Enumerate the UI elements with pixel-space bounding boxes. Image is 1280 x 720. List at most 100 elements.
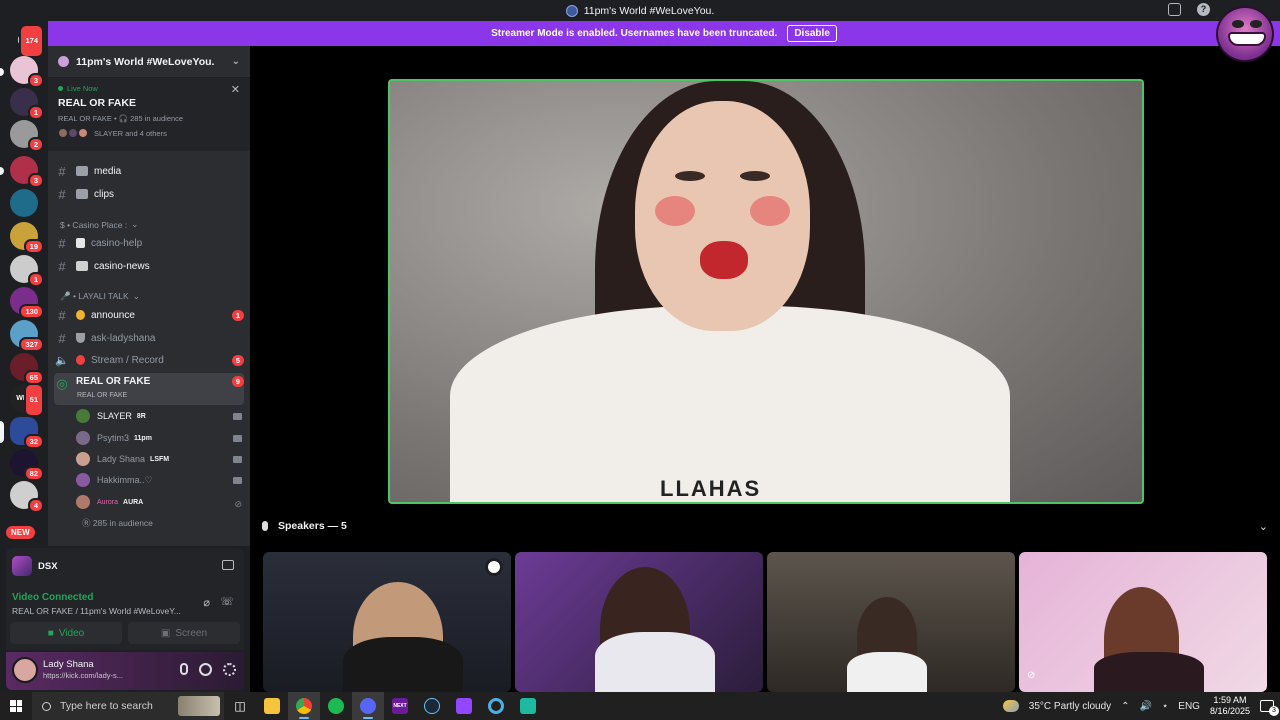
server-icon-14[interactable]: 4	[10, 481, 44, 513]
help-icon[interactable]: ?	[1197, 3, 1210, 16]
system-tray: 35°C Partly cloudy ⌃ 🔊 ⋆ ENG 1:59 AM 8/1…	[1002, 692, 1280, 720]
gear-icon[interactable]	[223, 663, 236, 676]
channel-media[interactable]: # media	[54, 161, 244, 181]
live-subtitle: REAL OR FAKE • 🎧 285 in audience	[58, 114, 184, 123]
capcut-button[interactable]	[480, 692, 512, 720]
server-icon-3[interactable]: 2	[10, 120, 44, 152]
channel-label: clips	[94, 188, 115, 200]
connection-status[interactable]: Video Connected	[12, 592, 94, 603]
server-icon-5[interactable]	[10, 189, 38, 217]
server-icon-8[interactable]: 130	[10, 287, 44, 319]
voice-user[interactable]: Aurora AURA ⊘	[76, 493, 242, 511]
noise-suppression-icon[interactable]: ⌀	[203, 596, 210, 609]
avatar[interactable]	[12, 657, 38, 683]
weather-text[interactable]: 35°C Partly cloudy	[1029, 701, 1111, 712]
server-icon-11[interactable]: WFA51	[10, 383, 44, 417]
task-view-button[interactable]: ◫	[224, 692, 256, 720]
connected-server[interactable]: DSX	[12, 556, 58, 576]
stage-channel-real-or-fake[interactable]: ◎ REAL OR FAKE 9 REAL OR FAKE	[54, 373, 244, 405]
connection-location[interactable]: REAL OR FAKE / 11pm's World #WeLoveY...	[12, 606, 181, 616]
speaker-tile[interactable]: ⊘	[1019, 552, 1267, 692]
speaker-shirt	[595, 632, 715, 692]
inbox-icon[interactable]	[1168, 3, 1181, 16]
microphone-icon	[262, 521, 268, 531]
user-tag: LSFM	[150, 455, 170, 463]
category-casino[interactable]: $ • Casino Place : ⌄	[60, 219, 138, 230]
server-icon-2[interactable]: 1	[10, 88, 44, 120]
microphone-icon[interactable]	[180, 663, 188, 675]
taskbar-search[interactable]: Type here to search	[32, 692, 224, 720]
speaker-tile[interactable]	[263, 552, 511, 692]
headphones-icon[interactable]	[199, 663, 212, 676]
voice-connection-panel: DSX Video Connected REAL OR FAKE / 11pm'…	[6, 548, 244, 650]
disconnect-icon[interactable]: ☏	[220, 595, 234, 608]
no-entry-icon	[76, 355, 85, 365]
channel-casino-help[interactable]: # casino-help	[54, 233, 244, 253]
channel-ask-ladyshana[interactable]: # ask-ladyshana	[54, 328, 244, 348]
speakers-header[interactable]: Speakers — 5	[262, 520, 347, 532]
screen-share-button[interactable]: ▣ Screen	[128, 622, 240, 644]
voice-user[interactable]: Psytim3 11pm	[76, 429, 242, 447]
channel-stream-record[interactable]: 🔈 Stream / Record 5	[54, 350, 244, 370]
audience-count[interactable]: Ⓡ 285 in audience	[82, 517, 153, 529]
server-icon-6[interactable]: 19	[10, 222, 44, 254]
spotify-button[interactable]	[320, 692, 352, 720]
volume-icon[interactable]	[485, 558, 503, 576]
channel-announce[interactable]: # announce 1	[54, 305, 244, 325]
file-explorer-button[interactable]	[256, 692, 288, 720]
server-icon-4[interactable]: 3	[10, 156, 44, 188]
voice-user[interactable]: Lady Shana LSFM	[76, 450, 242, 468]
server-icon-1[interactable]: 3	[10, 56, 44, 88]
server-badge-icon	[58, 56, 69, 67]
channel-clips[interactable]: # clips	[54, 184, 244, 204]
live-now-card[interactable]: Live Now REAL OR FAKE REAL OR FAKE • 🎧 2…	[48, 78, 250, 151]
server-header[interactable]: 11pm's World #WeLoveYou. ⌄	[48, 46, 250, 78]
server-badge: 3	[27, 73, 44, 88]
steam-icon	[424, 698, 440, 714]
close-icon[interactable]: ✕	[231, 83, 240, 96]
streamer-overlay-logo	[1216, 6, 1274, 62]
stage-area: LLAHAS Speakers — 5 ⌄ ⊘	[250, 46, 1280, 692]
speaker-tile[interactable]	[767, 552, 1015, 692]
weather-icon[interactable]	[1002, 700, 1019, 712]
server-icon-10[interactable]: 65	[10, 353, 44, 385]
disable-streamer-mode-button[interactable]: Disable	[787, 25, 837, 42]
speaker-tile[interactable]	[515, 552, 763, 692]
chevron-up-icon[interactable]: ⌃	[1121, 701, 1129, 712]
app-button[interactable]	[512, 692, 544, 720]
popout-icon[interactable]	[222, 560, 234, 570]
chrome-button[interactable]	[288, 692, 320, 720]
username[interactable]: Lady Shana	[43, 659, 94, 670]
direct-messages-icon[interactable]: ◉174	[10, 24, 44, 58]
volume-icon[interactable]: 🔊	[1140, 701, 1152, 712]
notification-center-icon[interactable]: 3	[1260, 700, 1279, 716]
voice-user[interactable]: SLAYER 8R	[76, 407, 242, 425]
live-title: REAL OR FAKE	[58, 97, 136, 109]
clock[interactable]: 1:59 AM 8/16/2025	[1210, 695, 1250, 717]
speakers-label: Speakers — 5	[278, 520, 347, 532]
voice-user-name: Lady Shana	[97, 454, 146, 464]
app-next-button[interactable]: NEXT	[384, 692, 416, 720]
server-icon-7[interactable]: 1	[10, 255, 44, 287]
network-icon[interactable]: ⋆	[1162, 701, 1168, 712]
twitch-studio-button[interactable]	[448, 692, 480, 720]
main-video-feed[interactable]: LLAHAS	[388, 79, 1144, 504]
language-indicator[interactable]: ENG	[1178, 701, 1200, 712]
server-icon-current[interactable]: 32	[10, 417, 44, 449]
chevron-down-icon[interactable]: ⌄	[232, 56, 240, 67]
muted-camera-icon: ⊘	[234, 498, 242, 509]
discord-button[interactable]	[352, 692, 384, 720]
server-icon-13[interactable]: 82	[10, 449, 44, 481]
start-button[interactable]	[0, 692, 32, 720]
spotify-icon	[328, 698, 344, 714]
server-icon-9[interactable]: 327	[10, 320, 44, 352]
steam-button[interactable]	[416, 692, 448, 720]
hash-icon: #	[58, 258, 66, 274]
category-layali-talk[interactable]: 🎤 • LAYALI TALK ⌄	[60, 291, 140, 302]
voice-user[interactable]: Hakkimma..♡	[76, 471, 242, 489]
video-button[interactable]: ■ Video	[10, 622, 122, 644]
channel-casino-news[interactable]: # casino-news	[54, 256, 244, 276]
server-badge: 82	[23, 466, 44, 481]
camera-icon	[233, 412, 242, 420]
chevron-down-icon[interactable]: ⌄	[1259, 520, 1268, 533]
